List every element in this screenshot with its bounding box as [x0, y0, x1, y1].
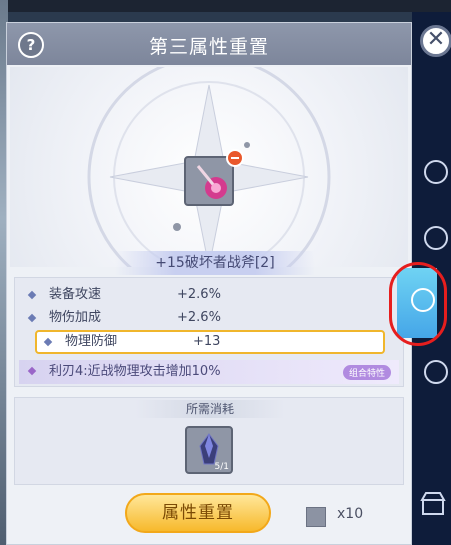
reset-tab-icon-4[interactable]: [424, 360, 448, 384]
panel-header: ? 第三属性重置: [7, 23, 411, 65]
item-name: +15破坏者战斧[2]: [115, 251, 315, 275]
material-checkbox[interactable]: [306, 507, 326, 527]
material-quantity: x10: [337, 506, 364, 522]
cost-panel: 所需消耗 5/1: [14, 397, 404, 485]
reset-tab-icon-1[interactable]: [424, 160, 448, 184]
reset-tab-icon-2[interactable]: [424, 226, 448, 250]
set-effect-text: 利刃4:近战物理攻击增加10%: [49, 364, 221, 379]
bullet-icon: [43, 337, 53, 346]
highlight-circle: [389, 262, 447, 346]
remove-item-button[interactable]: [226, 149, 244, 167]
bullet-icon: [27, 366, 37, 375]
bullet-icon: [27, 313, 37, 322]
stat-row: 装备攻速 +2.6%: [27, 284, 221, 306]
attribute-reset-panel: ? 第三属性重置 +15破坏者战斧[2] 装备攻速 +2.6% 物伤加成 +2.6%: [6, 22, 412, 545]
panel-title: 第三属性重置: [148, 36, 269, 58]
attribute-reset-button[interactable]: 属性重置: [125, 493, 271, 533]
shop-icon[interactable]: [420, 490, 446, 516]
cost-item-slot[interactable]: 5/1: [185, 426, 233, 474]
equipped-item-slot[interactable]: [184, 156, 234, 206]
bullet-icon: [27, 290, 37, 299]
set-effect-row: 利刃4:近战物理攻击增加10% 组合特性: [19, 360, 399, 384]
battle-axe-icon: [196, 165, 227, 199]
cost-count: 5/1: [214, 462, 229, 472]
selected-stat-row[interactable]: 物理防御 +13: [35, 330, 385, 354]
stat-row: 物伤加成 +2.6%: [27, 307, 221, 329]
stats-panel: 装备攻速 +2.6% 物伤加成 +2.6% 物理防御 +13 利刃4:近战物理攻击增加…: [14, 277, 404, 387]
top-strip: [0, 0, 451, 12]
cost-title: 所需消耗: [135, 400, 285, 418]
close-button[interactable]: ✕: [420, 25, 451, 57]
set-effect-badge: 组合特性: [342, 365, 391, 380]
